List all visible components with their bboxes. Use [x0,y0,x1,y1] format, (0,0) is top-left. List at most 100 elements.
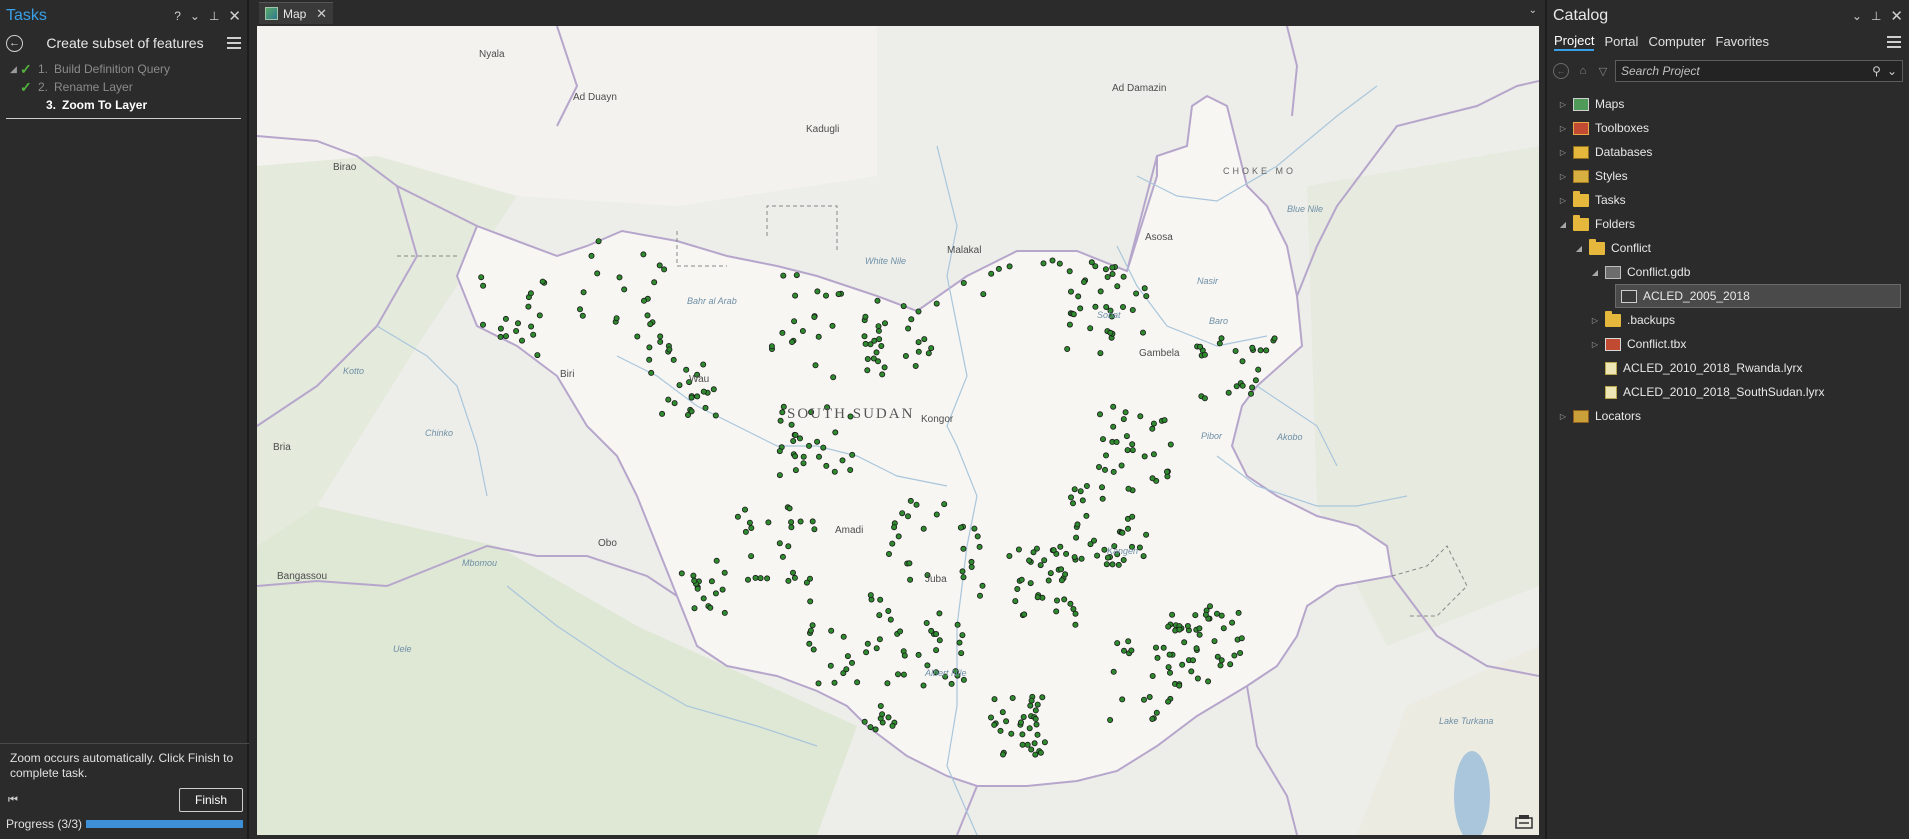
acled-event-point[interactable] [710,386,717,393]
acled-event-point[interactable] [1149,716,1156,723]
acled-event-point[interactable] [1031,740,1038,747]
acled-event-point[interactable] [480,282,487,289]
close-icon[interactable]: ✕ [1890,7,1903,25]
acled-event-point[interactable] [879,371,886,378]
acled-event-point[interactable] [968,564,975,571]
acled-event-point[interactable] [1120,303,1127,310]
collapse-arrow-icon[interactable]: ◢ [1557,220,1569,229]
tree-item-maps[interactable]: ▷ Maps [1547,92,1909,116]
acled-event-point[interactable] [885,714,892,721]
acled-event-point[interactable] [1054,597,1061,604]
acled-event-point[interactable] [1136,544,1143,551]
acled-event-point[interactable] [1071,486,1078,493]
tab-portal[interactable]: Portal [1604,34,1638,50]
acled-event-point[interactable] [1149,425,1156,432]
acled-event-point[interactable] [656,262,663,269]
acled-event-point[interactable] [539,278,546,285]
acled-event-point[interactable] [840,633,847,640]
acled-event-point[interactable] [906,560,913,567]
chevron-down-icon[interactable]: ⌄ [1529,5,1537,16]
acled-event-point[interactable] [580,289,587,296]
acled-event-point[interactable] [1165,698,1172,705]
acled-event-point[interactable] [1153,644,1160,651]
acled-event-point[interactable] [1018,719,1025,726]
acled-event-point[interactable] [793,272,800,279]
acled-event-point[interactable] [1058,577,1065,584]
acled-event-point[interactable] [768,343,775,350]
acled-event-point[interactable] [741,506,748,513]
acled-event-point[interactable] [514,320,521,327]
acled-event-point[interactable] [1196,631,1203,638]
acled-event-point[interactable] [933,300,940,307]
acled-event-point[interactable] [1121,647,1128,654]
acled-event-point[interactable] [1012,598,1019,605]
acled-event-point[interactable] [744,576,751,583]
acled-event-point[interactable] [1125,638,1132,645]
acled-event-point[interactable] [1058,566,1065,573]
finish-button[interactable]: Finish [179,788,243,812]
acled-event-point[interactable] [933,647,940,654]
acled-event-point[interactable] [849,451,856,458]
acled-event-point[interactable] [887,616,894,623]
acled-event-point[interactable] [648,369,655,376]
acled-event-point[interactable] [1072,610,1079,617]
acled-event-point[interactable] [1110,403,1117,410]
acled-event-point[interactable] [958,650,965,657]
acled-event-point[interactable] [974,533,981,540]
acled-event-point[interactable] [691,605,698,612]
acled-event-point[interactable] [1129,306,1136,313]
acled-event-point[interactable] [788,519,795,526]
acled-event-point[interactable] [1120,557,1127,564]
acled-event-point[interactable] [1107,329,1114,336]
acled-event-point[interactable] [812,362,819,369]
acled-event-point[interactable] [1009,695,1016,702]
acled-event-point[interactable] [479,321,486,328]
tab-favorites[interactable]: Favorites [1716,34,1769,50]
acled-event-point[interactable] [1192,612,1199,619]
acled-event-point[interactable] [1169,611,1176,618]
acled-event-point[interactable] [895,671,902,678]
acled-event-point[interactable] [712,590,719,597]
acled-event-point[interactable] [657,333,664,340]
acled-event-point[interactable] [960,279,967,286]
acled-event-point[interactable] [748,553,755,560]
acled-event-point[interactable] [1032,707,1039,714]
acled-event-point[interactable] [1039,694,1046,701]
acled-event-point[interactable] [1073,534,1080,541]
acled-event-point[interactable] [797,518,804,525]
acled-event-point[interactable] [1201,395,1208,402]
acled-event-point[interactable] [1214,610,1221,617]
acled-event-point[interactable] [1003,718,1010,725]
acled-event-point[interactable] [708,578,715,585]
acled-event-point[interactable] [915,308,922,315]
acled-event-point[interactable] [780,272,787,279]
expand-arrow-icon[interactable]: ▷ [1557,124,1569,133]
acled-event-point[interactable] [502,333,509,340]
acled-event-point[interactable] [1143,293,1150,300]
acled-event-point[interactable] [1150,420,1157,427]
acled-event-point[interactable] [1150,451,1157,458]
tab-project[interactable]: Project [1554,33,1595,51]
acled-event-point[interactable] [995,265,1002,272]
acled-event-point[interactable] [1050,547,1057,554]
acled-event-point[interactable] [788,524,795,531]
acled-event-point[interactable] [956,639,963,646]
acled-event-point[interactable] [1083,512,1090,519]
acled-event-point[interactable] [1231,652,1238,659]
acled-event-point[interactable] [1077,305,1084,312]
acled-event-point[interactable] [1217,662,1224,669]
acled-event-point[interactable] [1122,409,1129,416]
acled-event-point[interactable] [765,519,772,526]
acled-event-point[interactable] [1026,725,1033,732]
acled-event-point[interactable] [779,329,786,336]
acled-event-point[interactable] [849,659,856,666]
acled-event-point[interactable] [864,640,871,647]
acled-event-point[interactable] [907,497,914,504]
acled-event-point[interactable] [814,288,821,295]
acled-event-point[interactable] [920,525,927,532]
acled-event-point[interactable] [1197,343,1204,350]
acled-event-point[interactable] [877,703,884,710]
tree-item-locators[interactable]: ▷ Locators [1547,404,1909,428]
tree-item-databases[interactable]: ▷ Databases [1547,140,1909,164]
acled-event-point[interactable] [905,325,912,332]
